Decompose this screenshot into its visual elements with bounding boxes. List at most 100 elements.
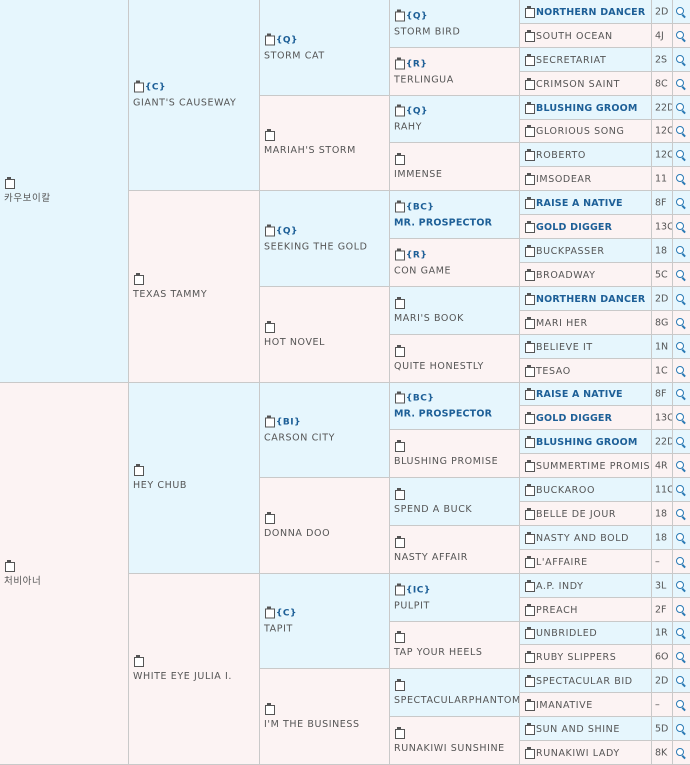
horse-name[interactable]: RUNAKIWI LADY (536, 748, 620, 759)
search-icon[interactable] (673, 717, 690, 741)
horse-name[interactable]: GOLD DIGGER (536, 222, 612, 233)
clipboard-icon[interactable] (524, 340, 535, 353)
horse-cell-gen5[interactable]: UNBRIDLED (520, 622, 652, 645)
horse-name[interactable]: CRIMSON SAINT (536, 79, 620, 90)
clipboard-icon[interactable] (264, 320, 275, 333)
horse-cell-gen5[interactable]: PREACH (520, 598, 652, 622)
horse-name[interactable]: PREACH (536, 605, 578, 616)
horse-name[interactable]: RUNAKIWI SUNSHINE (394, 741, 517, 756)
horse-cell-gen5[interactable]: GOLD DIGGER (520, 406, 652, 430)
horse-name[interactable]: QUITE HONESTLY (394, 359, 517, 374)
horse-name[interactable]: NASTY AND BOLD (536, 533, 629, 544)
horse-name[interactable]: I'M THE BUSINESS (264, 717, 387, 732)
horse-name[interactable]: 처비아너 (4, 574, 126, 589)
search-icon[interactable] (673, 167, 690, 191)
horse-cell-gen5[interactable]: SUN AND SHINE (520, 717, 652, 741)
horse-cell-gen5[interactable]: MARI HER (520, 311, 652, 335)
horse-name[interactable]: CARSON CITY (264, 431, 387, 446)
clipboard-icon[interactable] (524, 603, 535, 616)
horse-name[interactable]: SPECTACULARPHANTOM (394, 693, 519, 708)
clipboard-icon[interactable] (524, 435, 535, 448)
search-icon[interactable] (673, 478, 690, 502)
horse-cell-gen3[interactable]: {C} TAPIT (260, 574, 390, 669)
clipboard-icon[interactable] (4, 559, 15, 572)
horse-name[interactable]: IMMENSE (394, 167, 517, 182)
clipboard-icon[interactable] (524, 483, 535, 496)
horse-name[interactable]: CON GAME (394, 263, 517, 278)
search-icon[interactable] (673, 645, 690, 669)
horse-cell-gen5[interactable]: NORTHERN DANCER (520, 0, 652, 24)
search-icon[interactable] (673, 0, 690, 24)
clipboard-icon[interactable] (524, 722, 535, 735)
horse-cell-gen5[interactable]: SOUTH OCEAN (520, 24, 652, 48)
horse-cell-gen4[interactable]: {BC} MR. PROSPECTOR (390, 191, 520, 239)
horse-cell-gen4[interactable]: IMMENSE (390, 143, 520, 191)
search-icon[interactable] (673, 311, 690, 335)
horse-cell-gen2[interactable]: WHITE EYE JULIA I. (129, 574, 260, 765)
horse-name[interactable]: BUCKPASSER (536, 246, 605, 257)
horse-name[interactable]: SEEKING THE GOLD (264, 239, 387, 254)
search-icon[interactable] (673, 574, 690, 598)
search-icon[interactable] (673, 24, 690, 48)
horse-cell-gen5[interactable]: ROBERTO (520, 143, 652, 167)
horse-cell-gen3[interactable]: {BI} CARSON CITY (260, 383, 390, 478)
horse-name[interactable]: IMANATIVE (536, 700, 593, 711)
clipboard-icon[interactable] (524, 77, 535, 90)
search-icon[interactable] (673, 383, 690, 406)
clipboard-icon[interactable] (394, 200, 405, 212)
horse-cell-gen5[interactable]: BUCKAROO (520, 478, 652, 502)
horse-cell-gen5[interactable]: BLUSHING GROOM (520, 430, 652, 454)
horse-cell-gen5[interactable]: BELIEVE IT (520, 335, 652, 359)
horse-cell-gen5[interactable]: L'AFFAIRE (520, 550, 652, 574)
search-icon[interactable] (673, 622, 690, 645)
horse-name[interactable]: SPECTACULAR BID (536, 676, 633, 687)
horse-name[interactable]: TERLINGUA (394, 72, 517, 87)
horse-name[interactable]: TAP YOUR HEELS (394, 645, 517, 660)
horse-name[interactable]: MR. PROSPECTOR (394, 215, 517, 230)
horse-cell-gen5[interactable]: BLUSHING GROOM (520, 96, 652, 120)
clipboard-icon[interactable] (524, 101, 535, 114)
horse-name[interactable]: TESAO (536, 366, 571, 377)
horse-name[interactable]: RAISE A NATIVE (536, 389, 623, 400)
horse-name[interactable]: BELLE DE JOUR (536, 509, 616, 520)
horse-cell-gen5[interactable]: SECRETARIAT (520, 48, 652, 72)
clipboard-icon[interactable] (264, 511, 275, 524)
horse-cell-gen3[interactable]: I'M THE BUSINESS (260, 669, 390, 765)
search-icon[interactable] (673, 263, 690, 287)
horse-cell-gen4[interactable]: {Q} RAHY (390, 96, 520, 143)
horse-name[interactable]: TAPIT (264, 622, 387, 637)
clipboard-icon[interactable] (394, 583, 405, 595)
search-icon[interactable] (673, 191, 690, 215)
clipboard-icon[interactable] (524, 125, 535, 137)
horse-cell-gen5[interactable]: RAISE A NATIVE (520, 191, 652, 215)
horse-name[interactable]: L'AFFAIRE (536, 557, 588, 568)
clipboard-icon[interactable] (524, 5, 535, 18)
horse-cell-gen2[interactable]: HEY CHUB (129, 383, 260, 574)
horse-name[interactable]: DONNA DOO (264, 526, 387, 541)
search-icon[interactable] (673, 430, 690, 454)
horse-cell-gen3[interactable]: HOT NOVEL (260, 287, 390, 383)
clipboard-icon[interactable] (524, 148, 535, 161)
horse-cell-gen2[interactable]: {C} GIANT'S CAUSEWAY (129, 0, 260, 191)
horse-cell-gen4[interactable]: {R} TERLINGUA (390, 48, 520, 96)
horse-cell-gen5[interactable]: BELLE DE JOUR (520, 502, 652, 526)
clipboard-icon[interactable] (394, 535, 405, 548)
horse-cell-gen5[interactable]: NORTHERN DANCER (520, 287, 652, 311)
horse-name[interactable]: GOLD DIGGER (536, 413, 612, 424)
horse-name[interactable]: NASTY AFFAIR (394, 550, 517, 565)
clipboard-icon[interactable] (394, 248, 405, 260)
horse-name[interactable]: GIANT'S CAUSEWAY (133, 96, 257, 111)
clipboard-icon[interactable] (264, 129, 275, 141)
clipboard-icon[interactable] (524, 411, 535, 424)
clipboard-icon[interactable] (264, 606, 275, 619)
clipboard-icon[interactable] (394, 296, 405, 309)
horse-name[interactable]: SECRETARIAT (536, 55, 606, 66)
horse-name[interactable]: HOT NOVEL (264, 335, 387, 350)
horse-name[interactable]: BUCKAROO (536, 485, 595, 496)
horse-cell-gen3[interactable]: MARIAH'S STORM (260, 96, 390, 191)
clipboard-icon[interactable] (133, 80, 144, 93)
clipboard-icon[interactable] (394, 487, 405, 500)
clipboard-icon[interactable] (524, 746, 535, 759)
horse-name[interactable]: MARI HER (536, 318, 588, 329)
horse-name[interactable]: UNBRIDLED (536, 628, 597, 639)
